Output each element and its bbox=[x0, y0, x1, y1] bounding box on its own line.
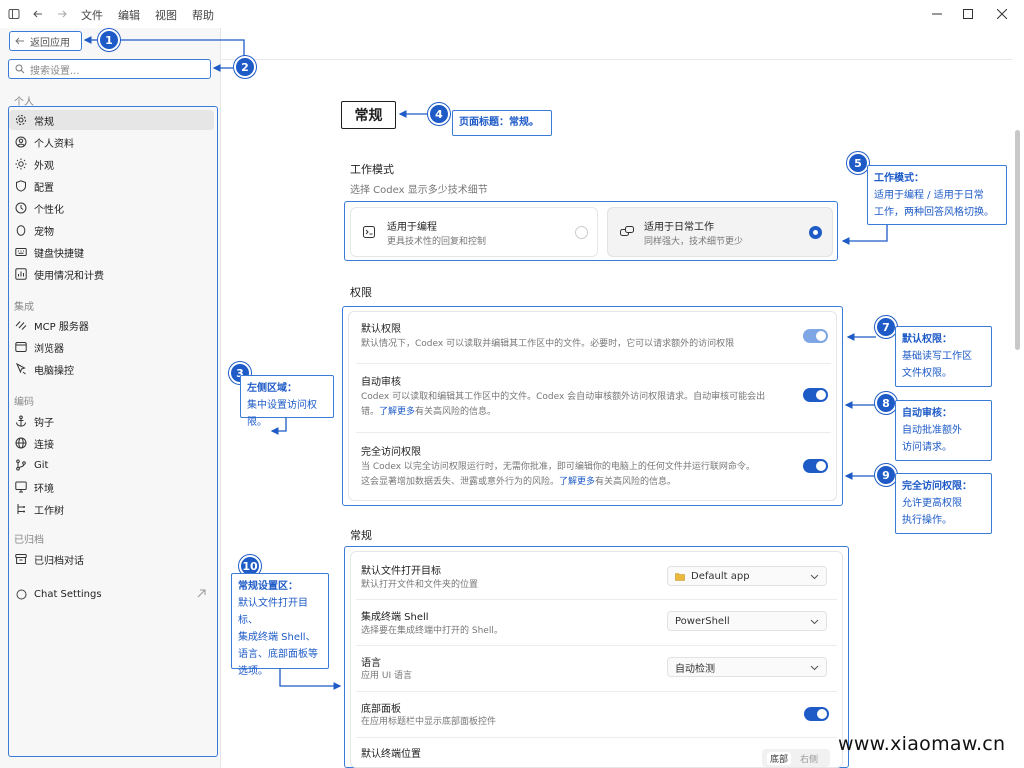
callout-left-area: 左侧区域： 集中设置访问权限。 bbox=[240, 375, 334, 428]
callout-general-settings: 常规设置区： 默认文件打开目标、 集成终端 Shell、 语言、底部面板等 选项。 bbox=[231, 573, 329, 677]
annotation-badge-4: 4 bbox=[428, 103, 450, 125]
callout-work-mode: 工作模式： 适用于编程 / 适用于日常 工作，两种回答风格切换。 bbox=[867, 165, 1007, 225]
annotation-badge-2: 2 bbox=[234, 56, 256, 78]
callout-default-permission: 默认权限： 基础读写工作区 文件权限。 bbox=[895, 326, 992, 387]
annotation-badge-9: 9 bbox=[875, 464, 897, 486]
annotation-badge-7: 7 bbox=[875, 316, 897, 338]
app-window: 文件 编辑 视图 帮助 返回应用 搜索设置... 个人 常规 个人资料 外观 配置 个性… bbox=[0, 0, 1024, 768]
callout-auto-review: 自动审核： 自动批准额外 访问请求。 bbox=[895, 400, 992, 461]
callout-full-access: 完全访问权限： 允许更高权限 执行操作。 bbox=[895, 473, 992, 534]
annotation-badge-1: 1 bbox=[98, 29, 120, 51]
callout-page-title: 页面标题：常规。 bbox=[452, 110, 552, 136]
annotation-badge-8: 8 bbox=[875, 392, 897, 414]
annotation-badge-5: 5 bbox=[847, 152, 869, 174]
watermark-text: www.xiaomaw.cn bbox=[838, 733, 1006, 755]
